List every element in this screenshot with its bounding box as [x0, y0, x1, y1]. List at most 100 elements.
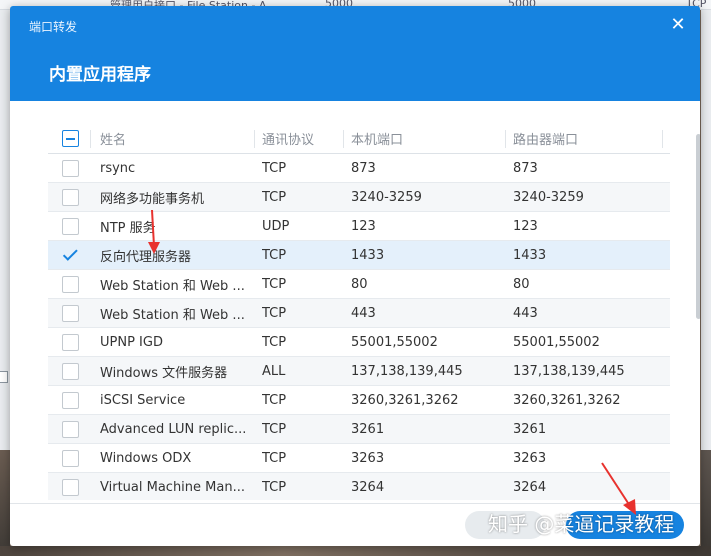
- row-checkbox-checked[interactable]: [62, 245, 79, 264]
- ok-button[interactable]: [566, 511, 684, 539]
- row-checkbox[interactable]: [62, 304, 79, 322]
- cell-name: Web Station 和 Web ...: [100, 278, 245, 294]
- cell-local-port: 3240-3259: [351, 189, 422, 205]
- table-row[interactable]: Web Station 和 Web ... TCP 80 80: [48, 270, 670, 299]
- table-row[interactable]: UPNP IGD TCP 55001,55002 55001,55002: [48, 328, 670, 357]
- table-row[interactable]: 网络多功能事务机 TCP 3240-3259 3240-3259: [48, 183, 670, 212]
- cell-name: Web Station 和 Web ...: [100, 307, 245, 323]
- cell-router-port: 3260,3261,3262: [513, 392, 621, 408]
- row-checkbox[interactable]: [62, 159, 79, 177]
- row-check-cell: [62, 241, 80, 269]
- cell-router-port: 123: [513, 218, 538, 234]
- column-separator: [505, 130, 506, 148]
- cell-local-port: 3264: [351, 479, 385, 495]
- cell-name: Advanced LUN replic...: [100, 421, 247, 437]
- column-separator: [662, 130, 663, 148]
- cell-local-port: 3260,3261,3262: [351, 392, 459, 408]
- cell-name: Windows 文件服务器: [100, 365, 228, 381]
- header-protocol[interactable]: 通讯协议: [262, 124, 342, 153]
- cell-protocol: TCP: [262, 247, 287, 263]
- row-checkbox[interactable]: [62, 275, 79, 293]
- cell-local-port: 1433: [351, 247, 385, 263]
- cell-router-port: 873: [513, 160, 538, 176]
- background-right-edge: [701, 10, 711, 556]
- cell-local-port: 80: [351, 276, 368, 292]
- cell-protocol: TCP: [262, 276, 287, 292]
- table-row[interactable]: Web Station 和 Web ... TCP 443 443: [48, 299, 670, 328]
- row-check-cell: [62, 357, 80, 385]
- row-checkbox[interactable]: [62, 362, 79, 380]
- row-checkbox[interactable]: [62, 333, 79, 351]
- cell-router-port: 1433: [513, 247, 547, 263]
- table-row[interactable]: Windows ODX TCP 3263 3263: [48, 444, 670, 473]
- row-checkbox[interactable]: [62, 217, 79, 235]
- cell-local-port: 137,138,139,445: [351, 363, 463, 379]
- cell-router-port: 55001,55002: [513, 334, 600, 350]
- cell-name: 网络多功能事务机: [100, 191, 205, 207]
- table-row[interactable]: 反向代理服务器 TCP 1433 1433: [48, 241, 670, 270]
- cell-name: rsync: [100, 160, 136, 176]
- cell-protocol: UDP: [262, 218, 290, 234]
- background-left-edge: [0, 10, 10, 556]
- cell-protocol: TCP: [262, 189, 287, 205]
- cell-router-port: 443: [513, 305, 538, 321]
- checkmark-icon: [62, 245, 78, 261]
- row-check-cell: [62, 415, 80, 443]
- header-router-port[interactable]: 路由器端口: [513, 124, 663, 153]
- cancel-button[interactable]: [465, 511, 545, 539]
- cell-local-port: 873: [351, 160, 376, 176]
- table-row[interactable]: NTP 服务 UDP 123 123: [48, 212, 670, 241]
- cell-local-port: 3261: [351, 421, 385, 437]
- cell-local-port: 123: [351, 218, 376, 234]
- cell-name: Virtual Machine Man...: [100, 479, 245, 495]
- cell-protocol: TCP: [262, 392, 287, 408]
- select-all-checkbox[interactable]: [62, 130, 79, 147]
- cell-name: UPNP IGD: [100, 334, 163, 350]
- cell-router-port: 137,138,139,445: [513, 363, 625, 379]
- cell-local-port: 3263: [351, 450, 385, 466]
- column-separator: [343, 130, 344, 148]
- row-check-cell: [62, 386, 80, 414]
- table-header: 姓名 通讯协议 本机端口 路由器端口: [48, 124, 670, 154]
- cell-protocol: ALL: [262, 363, 286, 379]
- row-checkbox[interactable]: [62, 391, 79, 409]
- dialog-subtitle: 内置应用程序: [49, 65, 151, 85]
- row-checkbox[interactable]: [62, 188, 79, 206]
- row-check-cell: [62, 270, 80, 298]
- cell-router-port: 3240-3259: [513, 189, 584, 205]
- cell-local-port: 55001,55002: [351, 334, 438, 350]
- table-scrollbar[interactable]: [696, 134, 700, 319]
- table-row[interactable]: Advanced LUN replic... TCP 3261 3261: [48, 415, 670, 444]
- header-name[interactable]: 姓名: [100, 124, 250, 153]
- table-row[interactable]: iSCSI Service TCP 3260,3261,3262 3260,3261,…: [48, 386, 670, 415]
- table-row[interactable]: Virtual Machine Man... TCP 3264 3264: [48, 473, 670, 500]
- close-icon[interactable]: ✕: [668, 15, 688, 35]
- column-separator: [90, 130, 91, 148]
- row-check-cell: [62, 444, 80, 472]
- row-check-cell: [62, 473, 80, 500]
- cell-router-port: 3263: [513, 450, 547, 466]
- cell-name: Windows ODX: [100, 450, 192, 466]
- cell-protocol: TCP: [262, 305, 287, 321]
- cell-router-port: 3264: [513, 479, 547, 495]
- column-separator: [254, 130, 255, 148]
- builtin-apps-table: 姓名 通讯协议 本机端口 路由器端口 rsync TCP 873 873 网络多功能事务…: [48, 124, 670, 500]
- cell-protocol: TCP: [262, 450, 287, 466]
- table-row[interactable]: Windows 文件服务器 ALL 137,138,139,445 137,138,1…: [48, 357, 670, 386]
- row-checkbox[interactable]: [62, 478, 79, 496]
- row-check-cell: [62, 154, 80, 182]
- cell-protocol: TCP: [262, 421, 287, 437]
- row-checkbox[interactable]: [62, 449, 79, 467]
- row-check-cell: [62, 212, 80, 240]
- table-row[interactable]: rsync TCP 873 873: [48, 154, 670, 183]
- background-bottom-edge: [0, 546, 711, 556]
- row-checkbox[interactable]: [62, 420, 79, 438]
- row-check-cell: [62, 299, 80, 327]
- row-check-cell: [62, 328, 80, 356]
- cell-local-port: 443: [351, 305, 376, 321]
- cell-router-port: 3261: [513, 421, 547, 437]
- header-local-port[interactable]: 本机端口: [351, 124, 501, 153]
- cell-router-port: 80: [513, 276, 530, 292]
- cell-protocol: TCP: [262, 479, 287, 495]
- cell-protocol: TCP: [262, 160, 287, 176]
